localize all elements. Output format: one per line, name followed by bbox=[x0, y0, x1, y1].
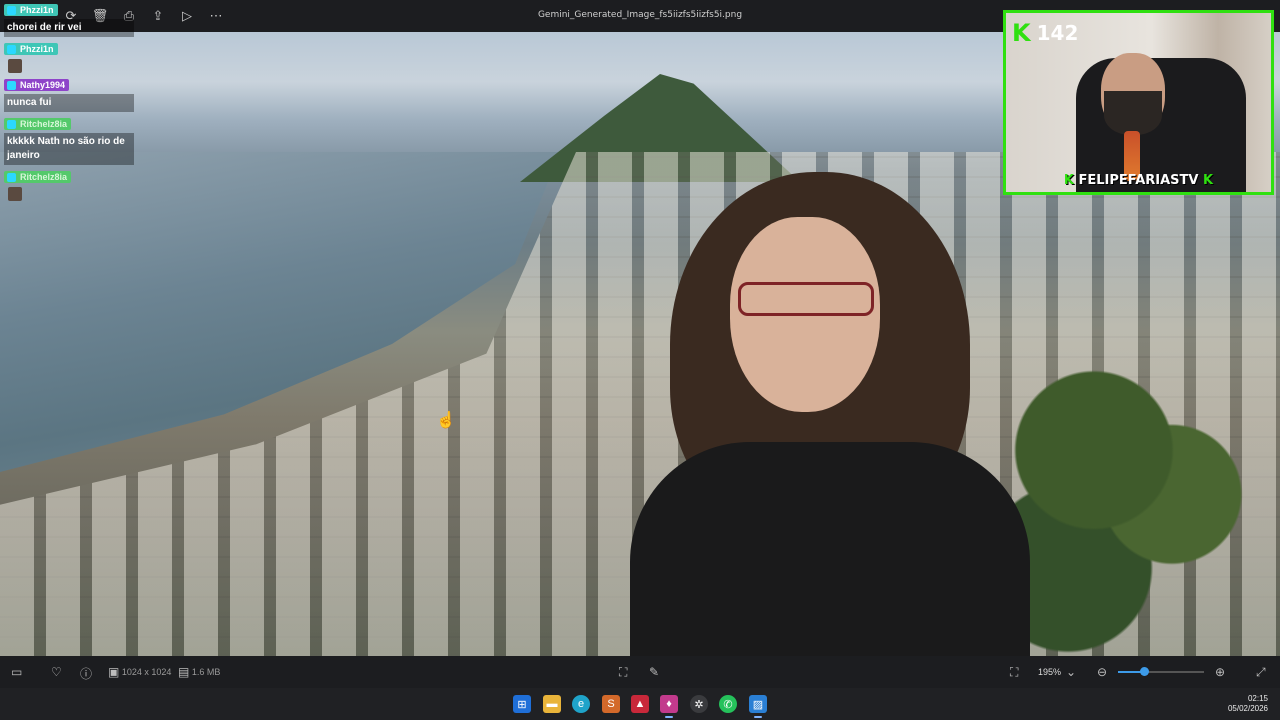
chat-message: Phzzi1n chorei de rir vei bbox=[4, 0, 134, 37]
chat-username: Phzzi1n bbox=[4, 43, 58, 55]
kick-logo-icon: K bbox=[1203, 173, 1214, 188]
crop-icon[interactable]: ⛶ bbox=[619, 665, 627, 680]
webcam-overlay: K 142 K FELIPEFARIASTV K bbox=[1003, 10, 1274, 195]
badge-icon bbox=[7, 6, 16, 15]
chat-username: Ritchelz8ia bbox=[4, 118, 72, 130]
chat-text: nunca fui bbox=[4, 94, 134, 112]
viewer-statusbar: ▭ ♡ ⓘ ▣ 1024 x 1024 ▤ 1.6 MB ⛶ ✎ ⛶ 195% … bbox=[0, 656, 1280, 688]
hand-cursor-icon: ☝ bbox=[436, 412, 456, 429]
woman-portrait bbox=[630, 172, 1030, 656]
file-explorer-icon[interactable]: ▬ bbox=[543, 695, 561, 713]
whatsapp-icon[interactable]: ✆ bbox=[719, 695, 737, 713]
photos-icon[interactable]: ▨ bbox=[749, 695, 767, 718]
zoom-slider-knob[interactable] bbox=[1139, 667, 1149, 676]
badge-icon bbox=[7, 45, 16, 54]
info-icon[interactable]: ⓘ bbox=[80, 665, 92, 682]
purple-app-icon[interactable]: ♦ bbox=[660, 695, 678, 718]
disk-icon: ▤ bbox=[178, 665, 190, 679]
fit-icon[interactable]: ⛶ bbox=[1010, 665, 1018, 680]
chat-message: Ritchelz8ia bbox=[4, 167, 134, 201]
chat-message: Phzzi1n bbox=[4, 39, 134, 73]
edge-icon[interactable]: e bbox=[572, 695, 590, 713]
zoom-in-icon[interactable]: ⊕ bbox=[1215, 665, 1225, 679]
chat-message: Nathy1994 nunca fui bbox=[4, 75, 134, 112]
filmstrip-icon[interactable]: ▭ bbox=[11, 665, 22, 679]
badge-icon bbox=[7, 81, 16, 90]
chat-username: Ritchelz8ia bbox=[4, 171, 72, 183]
dimensions: ▣ 1024 x 1024 bbox=[108, 665, 172, 679]
zoom-out-icon[interactable]: ⊖ bbox=[1097, 665, 1107, 679]
red-app-icon[interactable]: ▲ bbox=[631, 695, 649, 713]
chat-text: chorei de rir vei bbox=[4, 19, 134, 37]
streamer-beard bbox=[1104, 91, 1162, 135]
badge-icon bbox=[7, 173, 16, 182]
badge-icon bbox=[7, 120, 16, 129]
chat-overlay: Phzzi1n chorei de rir vei Phzzi1n Nathy1… bbox=[4, 0, 134, 203]
black-shirt bbox=[630, 442, 1030, 656]
edit-icon[interactable]: ✎ bbox=[649, 665, 659, 679]
chat-username: Nathy1994 bbox=[4, 79, 70, 91]
streamer-name: K FELIPEFARIASTV K bbox=[1063, 173, 1214, 188]
image-icon: ▣ bbox=[108, 665, 120, 679]
chat-message: Ritchelz8ia kkkkk Nath no são rio de jan… bbox=[4, 114, 134, 165]
emote-icon bbox=[8, 59, 22, 73]
zoom-slider[interactable] bbox=[1118, 667, 1204, 676]
fullscreen-icon[interactable]: ⤢ bbox=[1256, 665, 1266, 680]
favorite-icon[interactable]: ♡ bbox=[51, 665, 62, 679]
sublime-icon[interactable]: S bbox=[602, 695, 620, 713]
windows-start-icon[interactable]: ⊞ bbox=[513, 695, 531, 713]
chatgpt-icon[interactable]: ✲ bbox=[690, 695, 708, 713]
system-clock[interactable]: 02:15 05/02/2026 bbox=[1228, 694, 1268, 714]
file-size: ▤ 1.6 MB bbox=[178, 665, 221, 679]
chevron-down-icon: ⌄ bbox=[1066, 665, 1077, 679]
chat-username: Phzzi1n bbox=[4, 4, 58, 16]
emote-icon bbox=[8, 187, 22, 201]
zoom-select[interactable]: 195% ⌄ bbox=[1038, 665, 1076, 679]
glasses bbox=[738, 282, 874, 316]
viewer-count: K 142 bbox=[1012, 19, 1079, 47]
kick-logo-icon: K bbox=[1063, 173, 1074, 188]
chat-text: kkkkk Nath no são rio de janeiro bbox=[4, 133, 134, 165]
kick-logo-icon: K bbox=[1012, 19, 1031, 47]
windows-taskbar: ⊞ ▬ e S ▲ ♦ ✲ ✆ ▨ 02:15 05/02/2026 bbox=[0, 688, 1280, 720]
